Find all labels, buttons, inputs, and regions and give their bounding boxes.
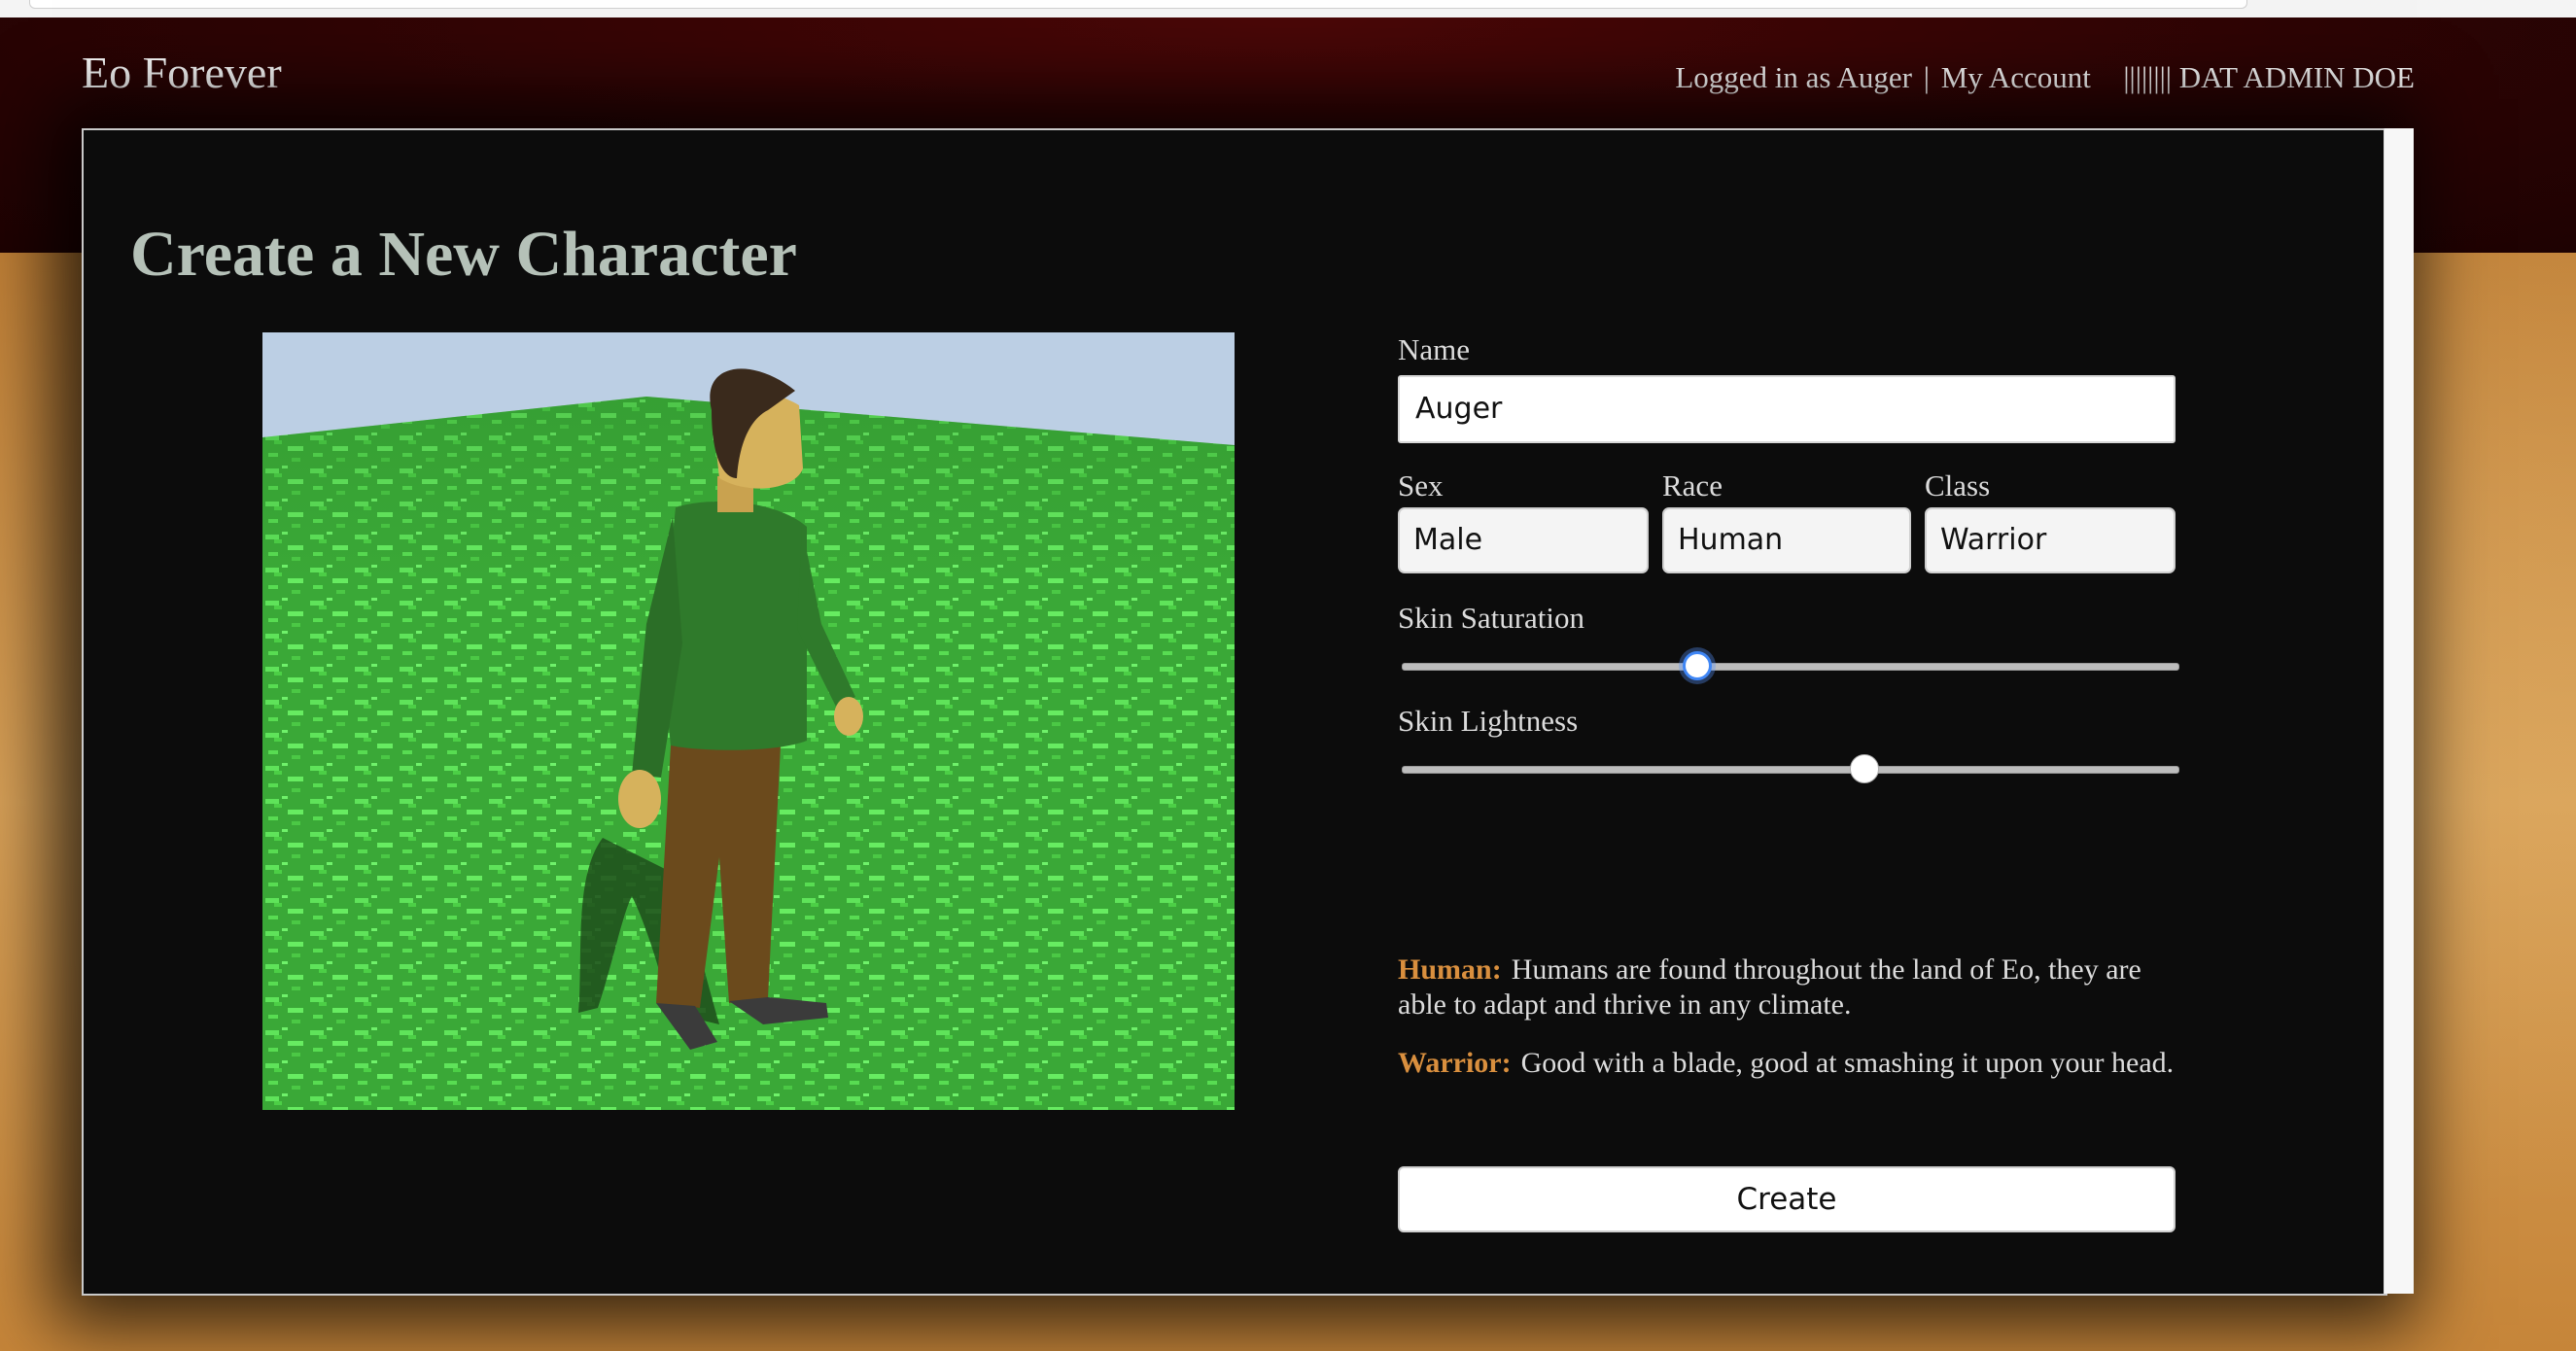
class-description-text: Good with a blade, good at smashing it u… (1520, 1047, 2175, 1079)
my-account-link[interactable]: My Account (1941, 60, 2091, 94)
class-label: Class (1925, 468, 1991, 502)
name-input[interactable]: Auger (1398, 375, 2176, 443)
skin-lightness-slider[interactable] (1402, 754, 2179, 783)
skin-saturation-label: Skin Saturation (1398, 601, 1585, 635)
race-description-name: Human: (1398, 953, 1502, 986)
site-title[interactable]: Eo Forever (82, 47, 282, 98)
race-label: Race (1662, 468, 1723, 502)
sex-select[interactable]: Male (1398, 507, 1649, 573)
name-label: Name (1398, 332, 1471, 366)
browser-chrome-strip (0, 0, 2576, 18)
slider-track (1402, 663, 2179, 671)
slider-thumb[interactable] (1850, 754, 1879, 783)
sex-label: Sex (1398, 468, 1444, 502)
admin-link[interactable]: |||||||| DAT ADMIN DOE (2123, 60, 2415, 94)
skin-lightness-label: Skin Lightness (1398, 704, 1579, 738)
race-description: Human: Humans are found throughout the la… (1398, 953, 2176, 1022)
page-title: Create a New Character (130, 219, 797, 290)
main-panel: Create a New Character Name Auger Sex Ra… (82, 128, 2387, 1296)
character-preview-scene (262, 332, 1235, 1110)
page-scrollbar[interactable] (2384, 128, 2414, 1294)
class-description: Warrior: Good with a blade, good at smash… (1398, 1046, 2176, 1081)
address-bar-edge (29, 0, 2247, 9)
create-button[interactable]: Create (1398, 1166, 2176, 1232)
logged-in-text: Logged in as Auger (1675, 60, 1912, 94)
race-description-text: Humans are found throughout the land of … (1398, 953, 2141, 1021)
race-select[interactable]: Human (1662, 507, 1911, 573)
slider-track (1402, 766, 2179, 774)
class-description-name: Warrior: (1398, 1047, 1512, 1079)
top-nav: Logged in as Auger | My Account ||||||||… (1675, 60, 2415, 95)
character-preview-canvas[interactable] (262, 332, 1235, 1110)
skin-saturation-slider[interactable] (1402, 651, 2179, 680)
class-select[interactable]: Warrior (1925, 507, 2176, 573)
slider-thumb[interactable] (1683, 651, 1712, 680)
nav-separator: | (1923, 60, 1930, 94)
